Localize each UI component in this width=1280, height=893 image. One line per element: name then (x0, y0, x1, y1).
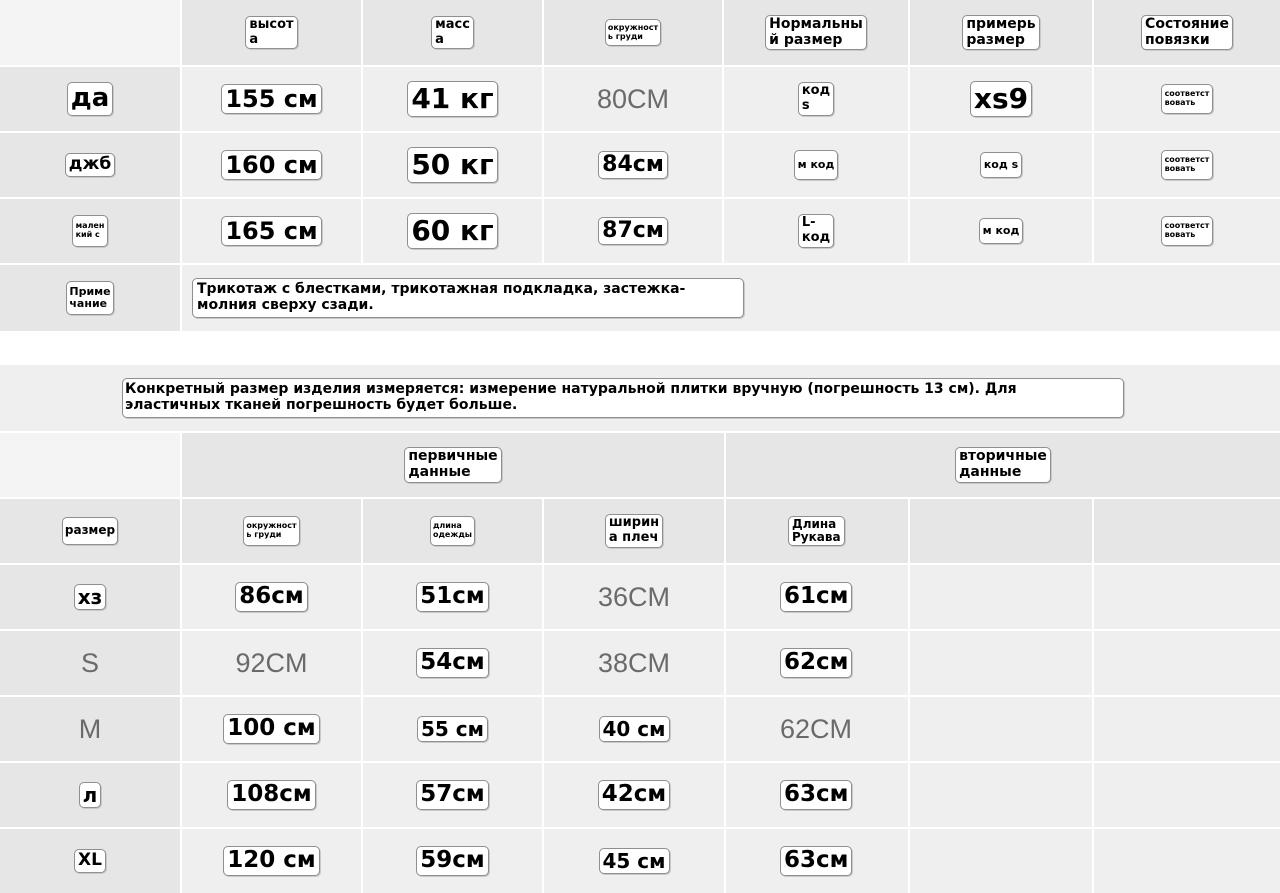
sleeve-value: 63см (780, 780, 853, 810)
table-row: джб 160 см 50 кг 84см м код код s соотве… (0, 133, 1280, 197)
header-chest-cell: окружност ь груди (544, 0, 724, 65)
header-sleeve-length: Длина Рукава (788, 515, 845, 547)
table2-header-row: размер окружност ь груди длина одежды ши… (0, 499, 1280, 563)
shoulder-value: 36CM (597, 581, 671, 612)
length-value: 54см (416, 648, 489, 678)
chest-value: 92CM (235, 647, 308, 678)
table1-header-corner (0, 0, 182, 65)
header-chest: окружност ь груди (243, 516, 300, 546)
note-row: Приме чание Трикотаж с блестками, трикот… (0, 265, 1280, 331)
length-value: 55 см (417, 715, 488, 743)
group-primary-cell: первичные данные (182, 433, 726, 497)
row-label-cell: да (0, 67, 182, 131)
row-label: да (66, 82, 114, 116)
group-secondary-cell: вторичные данные (726, 433, 1280, 497)
note-text: Трикотаж с блестками, трикотажная подкла… (192, 278, 744, 318)
size-label: хз (73, 583, 107, 611)
size-label: XL (74, 849, 106, 873)
size-label: S (80, 647, 99, 678)
sleeve-value: 62см (780, 648, 853, 678)
bandage-state-value: соответст вовать (1160, 150, 1214, 180)
chest-value: 108см (227, 780, 316, 810)
normal-size-value: м код (793, 149, 839, 181)
sleeve-value: 61см (780, 582, 853, 612)
header-try-size-cell: примерь размер (910, 0, 1094, 65)
header-weight: масс а (431, 15, 474, 50)
bandage-state-value: соответст вовать (1160, 216, 1214, 246)
header-chest: окружност ь груди (604, 18, 662, 47)
try-size-value: xs9 (969, 81, 1033, 117)
header-weight-cell: масс а (363, 0, 544, 65)
chest-value: 87см (598, 216, 668, 246)
header-normal-size-cell: Нормальны й размер (724, 0, 910, 65)
height-value: 160 см (221, 149, 322, 181)
group-secondary: вторичные данные (955, 447, 1051, 483)
size-label: M (78, 713, 102, 744)
group-primary: первичные данные (404, 447, 502, 483)
height-value: 165 см (221, 215, 322, 247)
table-row: хз 86см 51см 36CM 61см (0, 565, 1280, 629)
table-row: л 108см 57см 42см 63см (0, 763, 1280, 827)
weight-value: 60 кг (407, 213, 498, 249)
length-value: 57см (416, 780, 489, 810)
length-value: 51см (416, 582, 489, 612)
table1-header-row: высот а масс а окружност ь груди Нормаль… (0, 0, 1280, 65)
size-label: л (78, 781, 102, 809)
size-table-body-params: высот а масс а окружност ь груди Нормаль… (0, 0, 1280, 331)
shoulder-value: 38CM (597, 647, 671, 678)
bandage-state-value: соответст вовать (1160, 84, 1214, 114)
measure-note-row: Конкретный размер изделия измеряется: из… (0, 365, 1280, 431)
chest-value: 80CM (596, 83, 670, 114)
table-row: да 155 см 41 кг 80CM код s xs9 соответст… (0, 67, 1280, 131)
header-size: размер (61, 517, 119, 545)
header-shoulder-width: ширин а плеч (604, 514, 664, 548)
chest-value: 84см (598, 150, 668, 180)
header-try-size: примерь размер (962, 14, 1040, 51)
row-label: мален кий с (71, 215, 109, 247)
shoulder-value: 40 см (598, 715, 670, 743)
weight-value: 50 кг (407, 147, 498, 183)
chest-value: 100 см (223, 714, 320, 744)
measure-note: Конкретный размер изделия измеряется: из… (122, 378, 1124, 418)
length-value: 59см (416, 846, 489, 876)
group-header-row: первичные данные вторичные данные (0, 433, 1280, 497)
note-label: Приме чание (66, 280, 114, 316)
chest-value: 120 см (223, 846, 320, 876)
table-row: XL 120 см 59см 45 см 63см (0, 829, 1280, 893)
table-separator (0, 331, 1280, 365)
try-size-value: код s (979, 151, 1023, 179)
height-value: 155 см (221, 83, 322, 115)
normal-size-value: код s (797, 82, 835, 116)
shoulder-value: 45 см (598, 847, 670, 875)
weight-value: 41 кг (407, 81, 498, 117)
header-height: высот а (245, 15, 298, 50)
normal-size-value: L- код (797, 214, 835, 248)
table-row: мален кий с 165 см 60 кг 87см L- код м к… (0, 199, 1280, 263)
shoulder-value: 42см (597, 780, 671, 810)
chest-value: 86см (235, 582, 308, 612)
header-bandage-state-cell: Состояние повязки (1094, 0, 1280, 65)
sleeve-value: 63см (780, 846, 853, 876)
table-row: S 92CM 54см 38CM 62см (0, 631, 1280, 695)
sleeve-value: 62CM (780, 713, 853, 744)
header-height-cell: высот а (182, 0, 363, 65)
header-bandage-state: Состояние повязки (1141, 14, 1233, 51)
header-garment-length: длина одежды (429, 516, 476, 546)
size-table-garment: Конкретный размер изделия измеряется: из… (0, 365, 1280, 893)
header-normal-size: Нормальны й размер (765, 14, 867, 51)
row-label: джб (64, 153, 116, 177)
table-row: M 100 см 55 см 40 см 62CM (0, 697, 1280, 761)
try-size-value: м код (978, 217, 1024, 245)
